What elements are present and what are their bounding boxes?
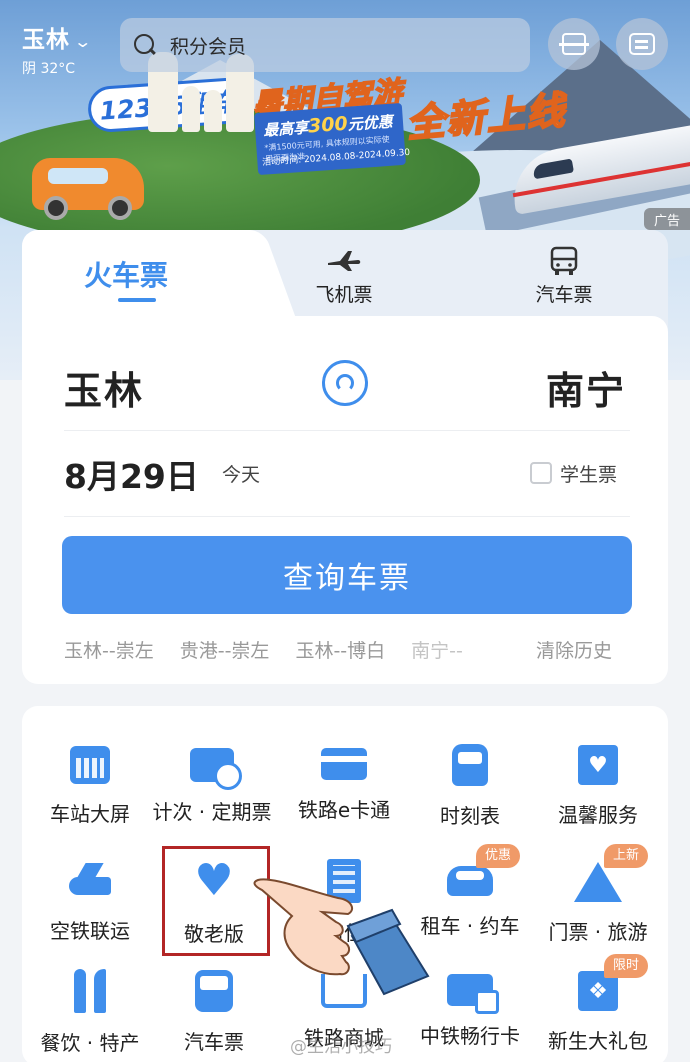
history-item[interactable]: 贵港--崇左 xyxy=(180,636,270,663)
tab-bus-label: 汽车票 xyxy=(535,284,593,306)
service-label: 汽车票 xyxy=(184,1030,244,1054)
service-label: 门票 · 旅游 xyxy=(548,920,648,944)
history-item[interactable]: 玉林--崇左 xyxy=(64,636,154,663)
service-care[interactable]: ♥ 温馨服务 xyxy=(530,742,666,828)
service-label: 车站大屏 xyxy=(50,802,130,826)
bus-icon xyxy=(504,246,624,276)
new-badge: 上新 xyxy=(603,844,648,868)
service-label: 温馨服务 xyxy=(558,803,638,827)
service-tickets-travel[interactable]: 门票 · 旅游 上新 xyxy=(530,844,666,945)
departure-date[interactable]: 8月29日 xyxy=(64,450,199,498)
swap-icon xyxy=(336,374,354,392)
service-food[interactable]: 餐饮 · 特产 xyxy=(22,968,158,1056)
divider xyxy=(64,516,630,517)
ad-tag: 广告 xyxy=(644,208,690,230)
service-freshman-gift[interactable]: ❖ 新生大礼包 限时 xyxy=(530,954,666,1054)
watermark: @生活小技巧 xyxy=(290,1037,392,1057)
service-label: 空铁联运 xyxy=(50,919,130,943)
city-selector[interactable]: 玉林 ⌄ 阴 32°C xyxy=(22,20,93,78)
divider xyxy=(64,430,630,431)
arrival-city[interactable]: 南宁 xyxy=(546,360,626,415)
service-timetable[interactable]: 时刻表 xyxy=(402,742,538,829)
search-input[interactable]: 积分会员 xyxy=(120,18,530,72)
car-illustration xyxy=(32,158,144,220)
student-ticket-checkbox[interactable] xyxy=(530,462,552,484)
history-item[interactable]: 玉林--博白 xyxy=(295,636,385,663)
chevron-down-icon: ⌄ xyxy=(73,32,93,51)
day-label: 今天 xyxy=(222,464,261,486)
ticket-search-card: 火车票 飞机票 汽车票 玉林 南宁 8月29日 今天 学生票 查询车票 玉林--… xyxy=(22,230,668,684)
query-tickets-button[interactable]: 查询车票 xyxy=(62,536,632,614)
service-railway-ecard[interactable]: 铁路e卡通 xyxy=(276,742,412,823)
heart-box-icon: ♥ xyxy=(578,745,618,785)
service-label: 新生大礼包 xyxy=(548,1029,648,1053)
promo-badge: 优惠 xyxy=(475,844,520,868)
service-label: 计次 · 定期票 xyxy=(152,800,272,824)
train-icon xyxy=(452,744,488,786)
heart-icon: ♥ xyxy=(194,855,234,906)
wallet-clock-icon xyxy=(190,748,242,790)
pointing-hand-icon xyxy=(253,878,430,996)
city-name: 玉林 xyxy=(22,27,70,53)
calendar-screen-icon xyxy=(70,746,110,784)
car-icon xyxy=(447,866,493,896)
transit-card-icon xyxy=(321,748,367,780)
scan-button[interactable] xyxy=(548,18,600,70)
tab-flight[interactable]: 飞机票 xyxy=(284,246,404,307)
service-label: 铁路e卡通 xyxy=(297,798,391,822)
service-station-screen[interactable]: 车站大屏 xyxy=(22,742,158,827)
plane-train-icon xyxy=(67,861,113,901)
swap-stations-button[interactable] xyxy=(322,360,368,406)
service-label: 时刻表 xyxy=(440,804,500,828)
history-item[interactable]: 南宁-- xyxy=(411,636,463,663)
bus-icon xyxy=(195,970,233,1012)
tab-active-indicator xyxy=(118,298,156,302)
clear-history-button[interactable]: 清除历史 xyxy=(536,636,612,663)
limited-badge: 限时 xyxy=(603,954,648,978)
service-period-ticket[interactable]: 计次 · 定期票 xyxy=(144,742,280,825)
message-button[interactable] xyxy=(616,18,668,70)
search-icon xyxy=(134,34,156,56)
weather-text: 阴 32°C xyxy=(22,61,76,77)
service-air-rail[interactable]: 空铁联运 xyxy=(22,858,158,944)
service-label: 中铁畅行卡 xyxy=(420,1024,520,1048)
search-history: 玉林--崇左 贵港--崇左 玉林--博白 南宁-- 清除历史 xyxy=(64,636,634,663)
tab-flight-label: 飞机票 xyxy=(315,284,373,306)
service-label: 餐饮 · 特产 xyxy=(40,1031,140,1055)
railway-card-icon xyxy=(447,974,499,1014)
departure-city[interactable]: 玉林 xyxy=(64,360,144,415)
scan-icon xyxy=(559,33,589,55)
tab-bus[interactable]: 汽车票 xyxy=(504,246,624,307)
mountain-icon xyxy=(574,862,622,902)
message-icon xyxy=(629,33,655,55)
utensils-icon xyxy=(72,969,108,1013)
search-placeholder: 积分会员 xyxy=(170,35,247,58)
tab-train-label[interactable]: 火车票 xyxy=(84,254,168,294)
student-ticket-label[interactable]: 学生票 xyxy=(560,460,617,487)
ticket-form: 玉林 南宁 8月29日 今天 学生票 查询车票 玉林--崇左 贵港--崇左 玉林… xyxy=(22,316,668,684)
plane-icon xyxy=(284,246,404,276)
